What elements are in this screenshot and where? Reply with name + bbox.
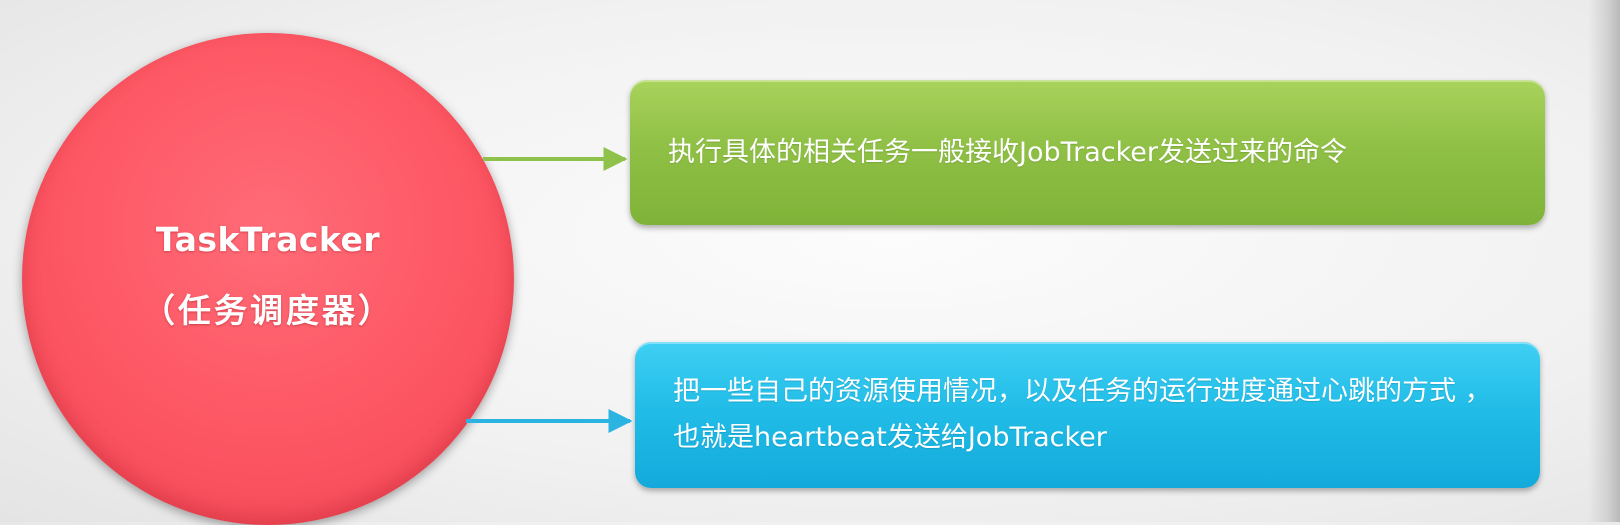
function-box-heartbeat: 把一些自己的资源使用情况，以及任务的运行进度通过心跳的方式 ，也就是heartb… — [635, 342, 1540, 488]
function-box-commands: 执行具体的相关任务一般接收JobTracker发送过来的命令 — [630, 80, 1545, 225]
function-text-commands: 执行具体的相关任务一般接收JobTracker发送过来的命令 — [668, 136, 1348, 168]
function-text-heartbeat: 把一些自己的资源使用情况，以及任务的运行进度通过心跳的方式 ，也就是heartb… — [673, 376, 1492, 453]
